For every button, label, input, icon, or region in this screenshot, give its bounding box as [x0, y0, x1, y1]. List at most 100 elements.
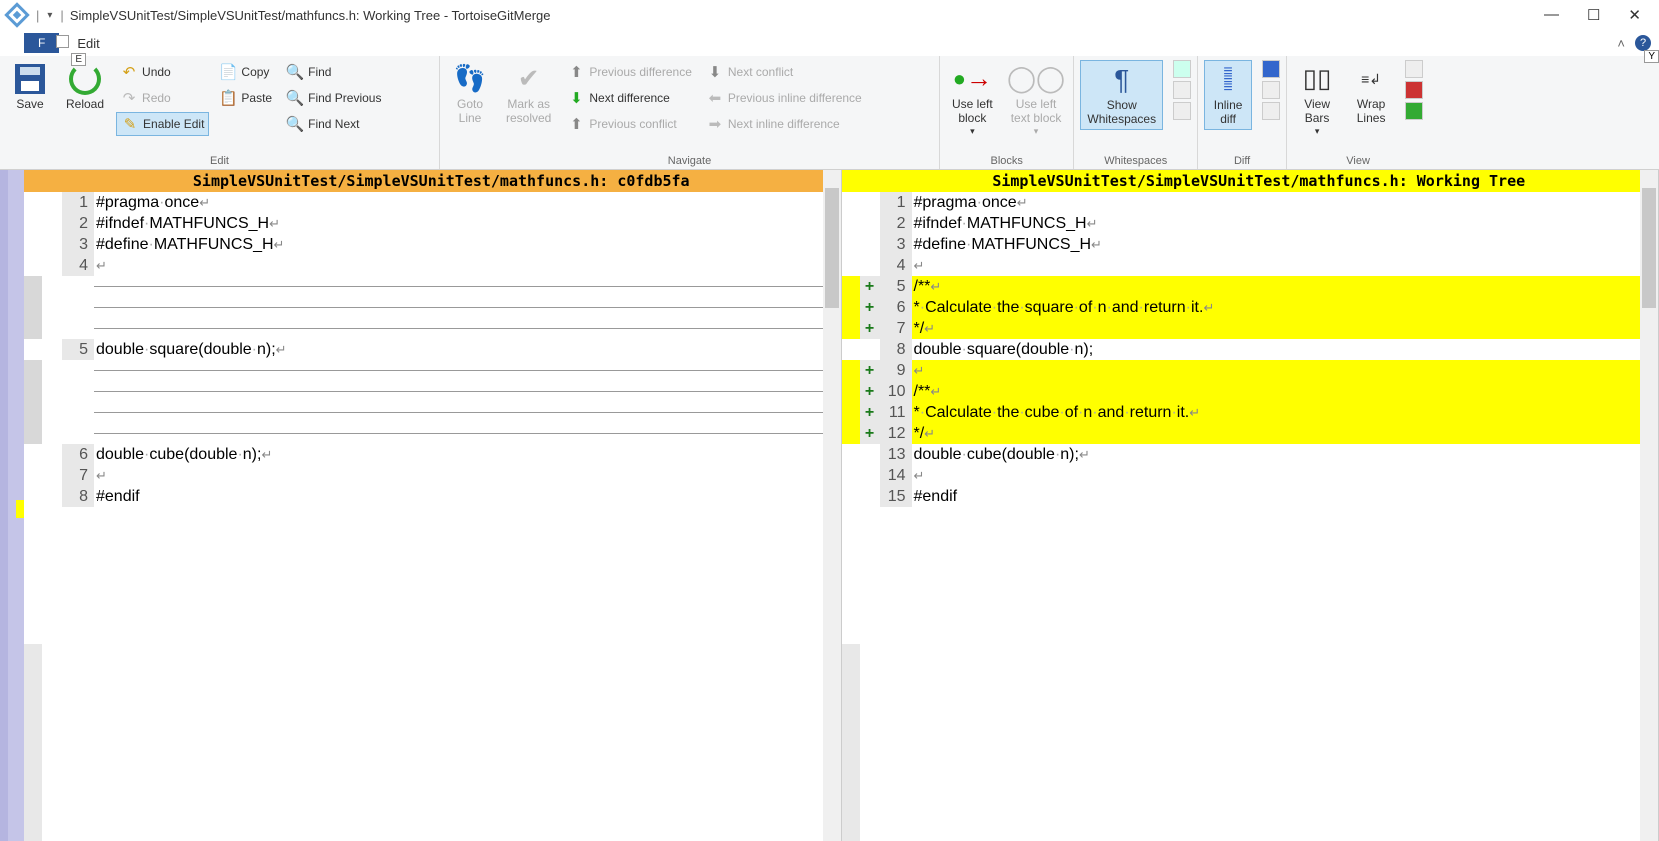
view-bars-icon: ▯▯ [1300, 62, 1334, 96]
ws-mode-3[interactable] [1173, 102, 1191, 120]
code-line[interactable]: 14↵ [860, 465, 1659, 486]
show-whitespaces-button[interactable]: ¶ Show Whitespaces [1080, 60, 1163, 130]
code-line[interactable]: +9↵ [860, 360, 1659, 381]
code-line[interactable]: 8double·square(double·n); [860, 339, 1659, 360]
code-line[interactable]: 4↵ [42, 255, 841, 276]
line-text: ↵ [912, 465, 1659, 486]
code-line[interactable]: +7*/↵ [860, 318, 1659, 339]
help-icon[interactable]: ? [1635, 35, 1651, 51]
code-line[interactable] [42, 297, 841, 318]
code-line[interactable]: 5double·square(double·n);↵ [42, 339, 841, 360]
paste-button[interactable]: 📋Paste [215, 86, 276, 110]
code-line[interactable]: 15#endif [860, 486, 1659, 507]
code-line[interactable]: 4↵ [860, 255, 1659, 276]
locator-bar[interactable] [0, 170, 24, 841]
prev-diff-button[interactable]: ⬆Previous difference [563, 60, 696, 84]
arrow-up-icon-2: ⬆ [567, 115, 585, 133]
code-line[interactable] [42, 402, 841, 423]
enable-edit-icon: ✎ [121, 115, 139, 133]
copy-button[interactable]: 📄Copy [215, 60, 276, 84]
view-mode-1[interactable] [1405, 60, 1423, 78]
line-text [94, 370, 841, 371]
wrap-lines-button[interactable]: ≡↲ Wrap Lines [1347, 60, 1395, 128]
view-mode-3[interactable] [1405, 102, 1423, 120]
mark-resolved-button[interactable]: ✔ Mark as resolved [500, 60, 557, 128]
code-line[interactable]: 7↵ [42, 465, 841, 486]
next-diff-button[interactable]: ⬇Next difference [563, 86, 696, 110]
goto-line-button[interactable]: 👣 Goto Line [446, 60, 494, 128]
collapse-ribbon-icon[interactable]: ˄ [1617, 36, 1625, 51]
line-number: 2 [62, 213, 94, 234]
code-line[interactable]: +6*·Calculate·the·square·of·n·and·return… [860, 297, 1659, 318]
line-number: 6 [62, 444, 94, 465]
use-left-block-button[interactable]: ●→ Use left block▾ [946, 60, 999, 138]
code-line[interactable] [42, 381, 841, 402]
line-number: 1 [880, 192, 912, 213]
code-line[interactable]: 2#ifndef·MATHFUNCS_H↵ [860, 213, 1659, 234]
code-line[interactable] [42, 276, 841, 297]
code-line[interactable]: 8#endif [42, 486, 841, 507]
code-line[interactable] [42, 423, 841, 444]
group-label-navigate: Navigate [446, 153, 933, 169]
code-line[interactable]: +5/**↵ [860, 276, 1659, 297]
redo-button[interactable]: ↷Redo [116, 86, 209, 110]
line-number: 8 [62, 486, 94, 507]
left-code-area[interactable]: 1#pragma·once↵2#ifndef·MATHFUNCS_H↵3#def… [42, 192, 841, 841]
qat-dropdown-icon[interactable]: ▾ [47, 10, 52, 21]
ws-mode-2[interactable] [1173, 81, 1191, 99]
code-line[interactable]: 3#define·MATHFUNCS_H↵ [860, 234, 1659, 255]
find-prev-icon: 🔍 [286, 89, 304, 107]
code-line[interactable]: 3#define·MATHFUNCS_H↵ [42, 234, 841, 255]
minimize-button[interactable]: — [1544, 6, 1559, 24]
paste-label: Paste [241, 91, 272, 105]
diff-mode-1[interactable] [1262, 60, 1280, 78]
ws-mode-1[interactable] [1173, 60, 1191, 78]
code-line[interactable] [42, 318, 841, 339]
use-left-text-button[interactable]: ◯◯ Use left text block▾ [1005, 60, 1068, 138]
view-bars-button[interactable]: ▯▯ View Bars▾ [1293, 60, 1341, 138]
maximize-button[interactable]: ☐ [1587, 6, 1600, 24]
inline-diff-button[interactable]: ≡≡≡ Inline diff [1204, 60, 1252, 130]
next-conflict-button[interactable]: ⬇Next conflict [702, 60, 866, 84]
close-button[interactable]: ✕ [1628, 6, 1641, 24]
left-scrollbar[interactable] [823, 170, 841, 841]
code-line[interactable]: 6double·cube(double·n);↵ [42, 444, 841, 465]
diff-mode-2[interactable] [1262, 81, 1280, 99]
save-button[interactable]: Save [6, 60, 54, 114]
code-line[interactable]: +10/**↵ [860, 381, 1659, 402]
code-line[interactable]: 2#ifndef·MATHFUNCS_H↵ [42, 213, 841, 234]
next-inline-button[interactable]: ➡Next inline difference [702, 112, 866, 136]
find-previous-button[interactable]: 🔍Find Previous [282, 86, 385, 110]
code-line[interactable]: +11*·Calculate·the·cube·of·n·and·return·… [860, 402, 1659, 423]
find-next-button[interactable]: 🔍Find Next [282, 112, 385, 136]
line-marker: + [860, 276, 880, 297]
right-scrollbar[interactable] [1640, 170, 1658, 841]
line-text [94, 412, 841, 413]
prev-inline-button[interactable]: ⬅ Previous inline difference [702, 86, 866, 110]
line-text: double·cube(double·n);↵ [94, 444, 841, 465]
prev-conflict-button[interactable]: ⬆Previous conflict [563, 112, 696, 136]
view-mode-2[interactable] [1405, 81, 1423, 99]
prev-inline-icon: ⬅ [706, 89, 724, 107]
right-code-area[interactable]: 1#pragma·once↵2#ifndef·MATHFUNCS_H↵3#def… [860, 192, 1659, 841]
file-tab[interactable]: F ▸ [24, 33, 59, 53]
next-inline-icon: ➡ [706, 115, 724, 133]
code-line[interactable]: +12*/↵ [860, 423, 1659, 444]
code-line[interactable]: 1#pragma·once↵ [860, 192, 1659, 213]
code-line[interactable] [42, 360, 841, 381]
code-line[interactable]: 13double·cube(double·n);↵ [860, 444, 1659, 465]
undo-button[interactable]: ↶Undo [116, 60, 209, 84]
find-button[interactable]: 🔍Find [282, 60, 385, 84]
use-left-block-icon: ●→ [955, 62, 989, 96]
reload-button[interactable]: Reload [60, 60, 110, 114]
diff-mode-3[interactable] [1262, 102, 1280, 120]
use-left-text-icon: ◯◯ [1019, 62, 1053, 96]
prev-inline-label: Previous inline difference [728, 91, 862, 105]
line-text: /**↵ [912, 276, 1659, 297]
line-number: 4 [62, 255, 94, 276]
enable-edit-button[interactable]: ✎Enable Edit [116, 112, 209, 136]
ribbon: Save Reload ↶Undo ↷Redo ✎Enable Edit 📄Co… [0, 56, 1659, 170]
code-line[interactable]: 1#pragma·once↵ [42, 192, 841, 213]
ribbon-group-edit: Save Reload ↶Undo ↷Redo ✎Enable Edit 📄Co… [0, 56, 440, 169]
edit-tab[interactable]: Edit E [65, 33, 111, 54]
